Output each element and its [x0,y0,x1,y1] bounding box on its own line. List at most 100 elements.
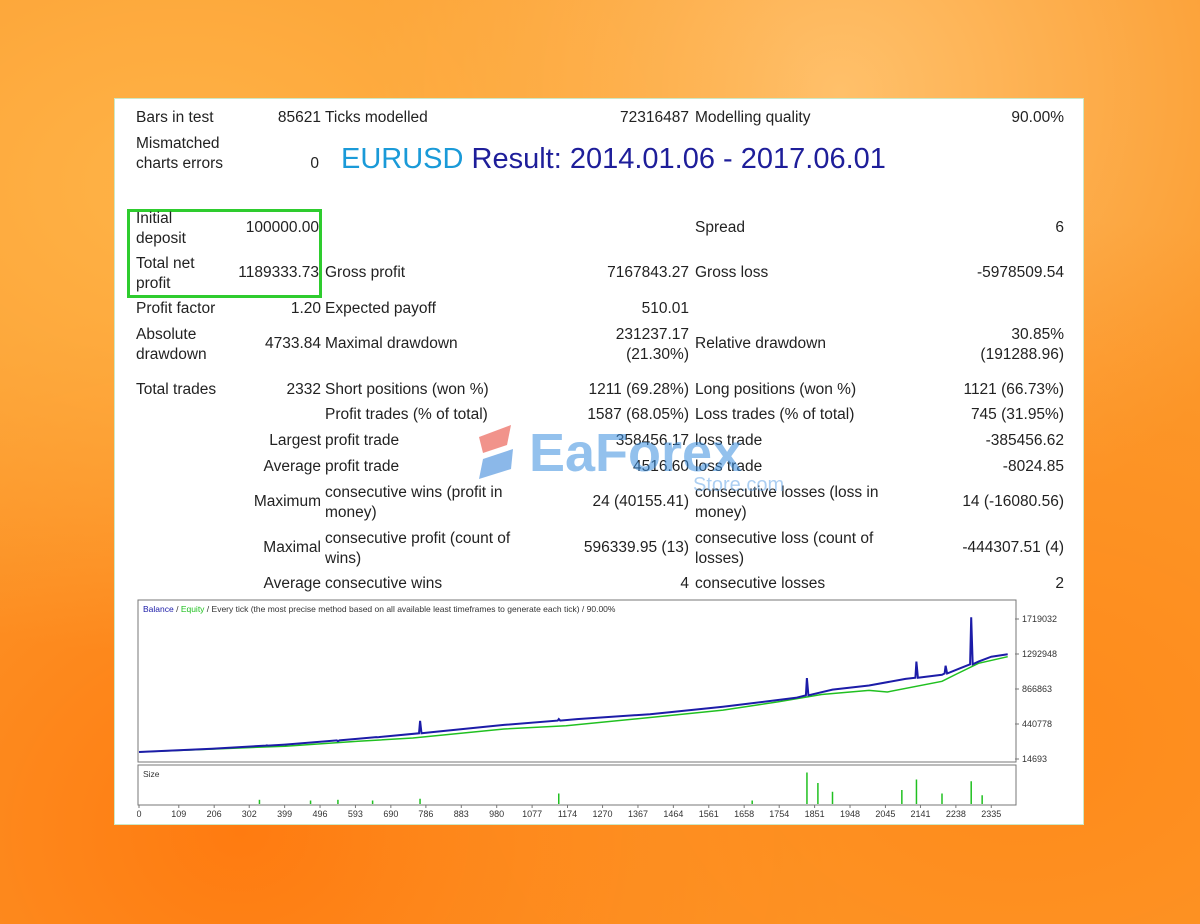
y-tick-label: 14693 [1022,754,1047,764]
max-cons-wins-value: 24 (40155.41) [592,493,689,510]
size-label: Size [143,769,160,779]
gross-profit-label: Gross profit [325,264,406,281]
size-bar [337,799,339,804]
long-positions-label: Long positions (won %) [695,381,857,398]
largest-profit-value: 358456.17 [615,432,689,449]
max-cons-losses-label: consecutive losses (loss in money) [695,484,879,521]
x-tick-label: 2141 [910,809,930,819]
x-tick-label: 109 [171,809,186,819]
maximal-cons-profit-value: 596339.95 (13) [583,539,689,556]
profit-trades-label: Profit trades (% of total) [325,406,488,423]
x-tick-label: 593 [348,809,363,819]
watermark-mark-blue [479,449,513,479]
x-tick-label: 690 [383,809,398,819]
size-bar [981,795,983,804]
ticks-modelled-value: 72316487 [620,109,689,126]
y-tick-label: 440778 [1022,719,1052,729]
x-tick-label: 399 [277,809,292,819]
mismatched-label: Mismatched charts errors [136,135,223,172]
y-axis: 1719032 1292948 866863 440778 14693 [1015,614,1057,764]
initial-deposit-label: Initial deposit [136,210,186,247]
maximal-drawdown-value: 231237.17 [615,326,689,343]
relative-drawdown-percent: 30.85% [1011,326,1064,343]
maximal-drawdown-label: Maximal drawdown [325,335,458,352]
total-net-profit-label: Total net profit [136,255,195,292]
expected-payoff-label: Expected payoff [325,300,436,317]
profit-trades-value: 1587 (68.05%) [587,406,689,423]
maximal-cons-loss-value: -444307.51 (4) [962,539,1064,556]
total-trades-value: 2332 [286,381,321,398]
x-tick-label: 302 [242,809,257,819]
size-bar [831,791,834,804]
maximal-label: Maximal [263,539,321,556]
main-plot-frame [137,599,1017,763]
profit-factor-label: Profit factor [136,300,216,317]
result-title: EURUSD Result: 2014.01.06 - 2017.06.01 [341,143,886,176]
x-tick-label: 2335 [981,809,1001,819]
size-bar [970,781,972,804]
x-tick-label: 1948 [840,809,860,819]
maximal-cons-loss-label: consecutive loss (count of losses) [695,530,874,567]
total-trades-label: Total trades [136,381,217,398]
x-tick-label: 1174 [558,809,577,819]
x-tick-label: 883 [454,809,469,819]
y-tick-label: 1719032 [1022,614,1057,624]
balance-chart-svg: Balance / Equity / Every tick (the most … [137,599,1057,819]
absolute-drawdown-label: Absolute drawdown [136,326,207,363]
max-cons-wins-label: consecutive wins (profit in money) [325,484,503,521]
spread-value: 6 [1055,219,1064,236]
x-axis: 0 109 206 302 399 496 593 690 786 883 980 1077 1174 1… [137,805,1001,819]
gross-loss-value: -5978509.54 [976,264,1064,281]
relative-drawdown-label: Relative drawdown [695,335,826,352]
avg-cons-wins-label: consecutive wins [325,575,443,592]
modelling-quality-value: 90.00% [1011,109,1064,126]
avg-cons-wins-value: 4 [680,575,689,592]
initial-deposit-value: 100000.00 [245,219,319,236]
profit-factor-value: 1.20 [290,300,321,317]
maximal-drawdown-percent: (21.30%) [626,346,689,363]
result-period: Result: 2014.01.06 - 2017.06.01 [463,143,886,175]
x-tick-label: 1561 [699,809,719,819]
size-bar [309,800,312,804]
max-cons-losses-value: 14 (-16080.56) [962,493,1064,510]
avg-cons-losses-label: consecutive losses [695,575,826,592]
x-tick-label: 1464 [663,809,683,819]
loss-trades-value: 745 (31.95%) [970,406,1064,423]
maximum-label: Maximum [253,493,321,510]
legend-description: / Every tick (the most precise method ba… [204,604,615,614]
legend-balance: Balance [143,604,174,614]
long-positions-value: 1121 (66.73%) [963,381,1064,398]
size-bar [371,800,374,804]
size-plot-frame [137,764,1017,806]
watermark-mark-red [479,425,511,453]
largest-loss-label: loss trade [695,432,763,449]
x-tick-label: 1658 [734,809,754,819]
report-panel: Bars in test 85621 Ticks modelled 723164… [114,98,1084,825]
x-tick-label: 1754 [769,809,789,819]
x-tick-label: 496 [313,809,328,819]
size-bar [901,790,903,804]
size-bar [751,800,753,804]
largest-label: Largest [269,432,321,449]
average-loss-value: -8024.85 [1002,458,1064,475]
short-positions-label: Short positions (won %) [325,381,489,398]
mismatched-value: 0 [310,155,319,172]
average-profit-label: profit trade [325,458,400,475]
y-tick-label: 866863 [1022,684,1052,694]
size-bar [915,779,918,804]
relative-drawdown-value: (191288.96) [980,346,1064,363]
average-label: Average [263,458,321,475]
x-tick-label: 2045 [875,809,895,819]
spread-label: Spread [695,219,745,236]
bars-in-test-value: 85621 [277,109,321,126]
largest-loss-value: -385456.62 [985,432,1064,449]
x-tick-label: 1077 [522,809,542,819]
x-tick-label: 980 [489,809,504,819]
size-bar [419,798,421,804]
avg-cons-losses-value: 2 [1055,575,1064,592]
average-profit-value: 4516.60 [632,458,689,475]
x-tick-label: 1367 [628,809,648,819]
bars-in-test-label: Bars in test [136,109,214,126]
size-bar [941,793,943,804]
size-bar [817,783,819,804]
